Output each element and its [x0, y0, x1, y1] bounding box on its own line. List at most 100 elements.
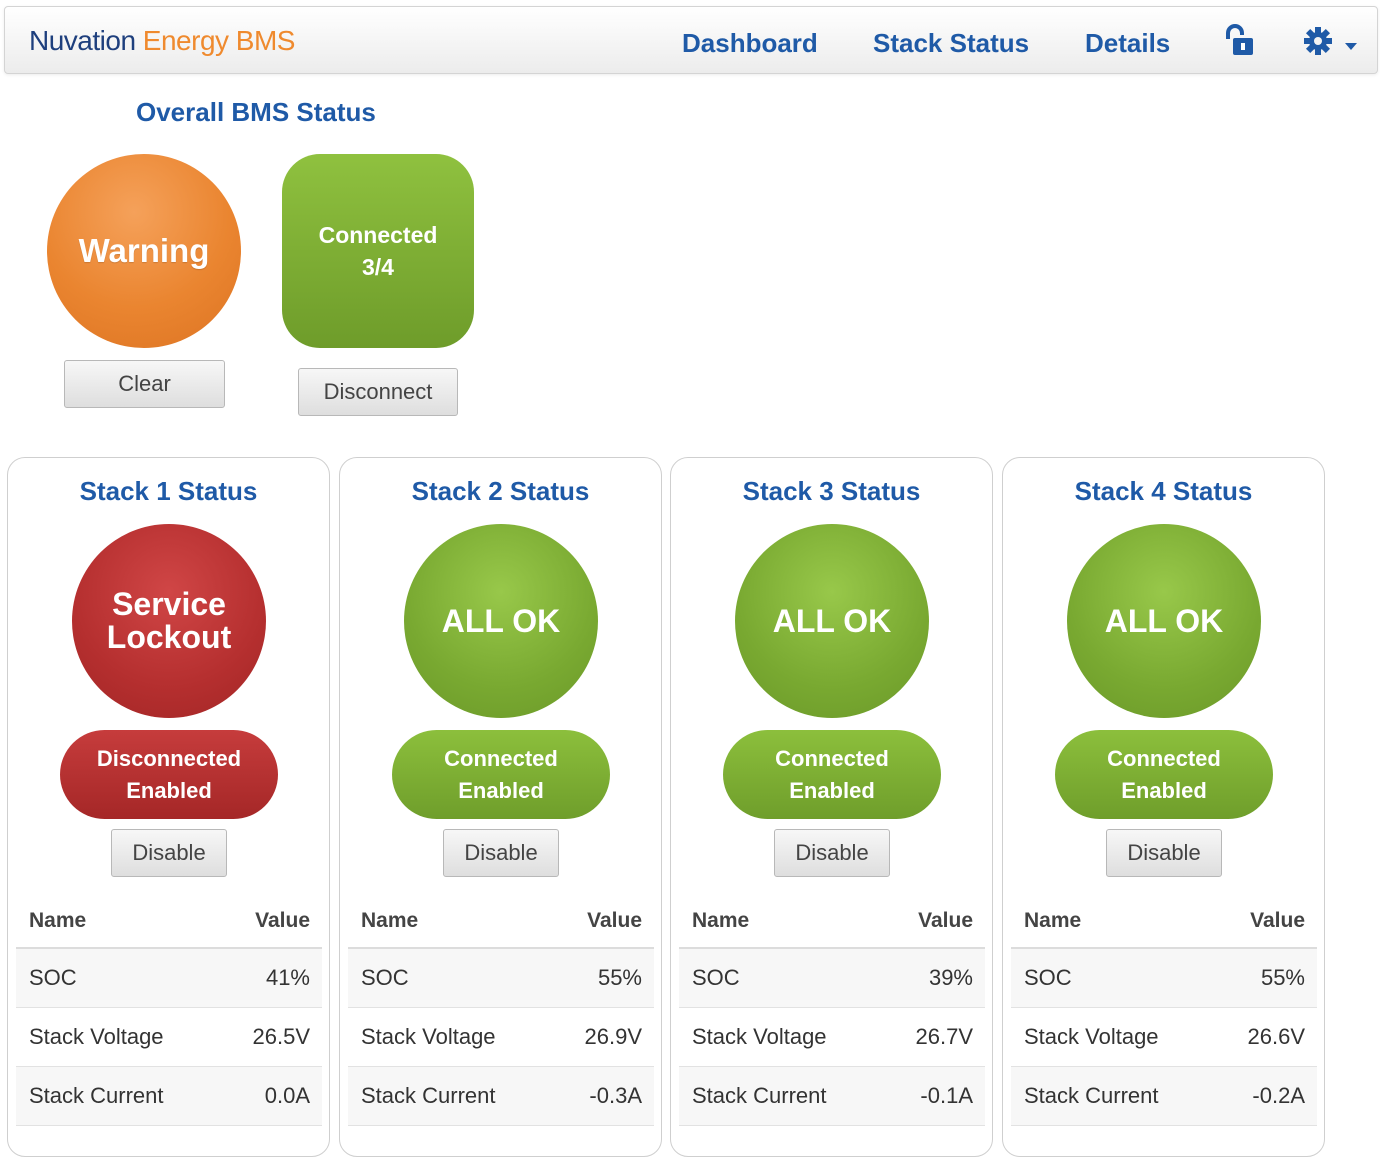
top-navbar: Nuvation Energy BMS Dashboard Stack Stat…	[4, 6, 1378, 74]
stack-title: Stack 3 Status	[742, 476, 921, 506]
row-name: SOC	[29, 965, 77, 990]
connection-status-line1: Connected	[318, 222, 438, 248]
row-value: 41%	[265, 965, 310, 990]
row-value: 26.5V	[252, 1024, 311, 1049]
stack-status-label: Service Lockout	[106, 586, 232, 655]
stack-title: Stack 1 Status	[79, 476, 258, 506]
table-row: Stack Voltage 26.6V	[1011, 1008, 1317, 1067]
stack-title: Stack 2 Status	[411, 476, 590, 506]
table-row: Stack Voltage 26.5V	[16, 1008, 322, 1067]
row-value: 26.7V	[915, 1024, 974, 1049]
stack-data-table: Name Value SOC 55% Stack Voltage 26.9V S…	[348, 892, 654, 1126]
badge-line1: Disconnected	[96, 745, 242, 771]
header-name: Name	[692, 909, 750, 932]
badge-line2: Enabled	[1121, 777, 1207, 803]
row-value: -0.1A	[920, 1083, 973, 1108]
connection-status-indicator: Connected 3/4	[282, 154, 474, 348]
row-value: 55%	[597, 965, 642, 990]
row-value: 26.6V	[1247, 1024, 1306, 1049]
disable-button[interactable]: Disable	[443, 829, 559, 877]
table-row: Stack Current -0.3A	[348, 1067, 654, 1126]
overall-status-title: Overall BMS Status	[136, 97, 376, 127]
header-value: Value	[1250, 909, 1305, 932]
header-name: Name	[29, 909, 87, 932]
overall-status-label: Warning	[78, 232, 210, 269]
stack-connection-badge: Connected Enabled	[723, 730, 941, 819]
badge-line2: Enabled	[458, 777, 544, 803]
table-row: SOC 55%	[348, 949, 654, 1008]
row-name: Stack Voltage	[361, 1024, 496, 1049]
stack-panel-1: Stack 1 Status Service Lockout Disconnec…	[7, 457, 330, 1157]
row-name: Stack Current	[1024, 1083, 1159, 1108]
header-name: Name	[1024, 909, 1082, 932]
badge-line1: Connected	[444, 745, 558, 771]
table-row: Stack Voltage 26.9V	[348, 1008, 654, 1067]
row-name: SOC	[692, 965, 740, 990]
caret-down-icon[interactable]	[1345, 43, 1357, 50]
stack-data-table: Name Value SOC 39% Stack Voltage 26.7V S…	[679, 892, 985, 1126]
table-header-row: Name Value	[1011, 892, 1317, 949]
table-header-row: Name Value	[348, 892, 654, 949]
row-name: SOC	[1024, 965, 1072, 990]
overall-status-indicator: Warning	[47, 154, 241, 348]
row-value: -0.3A	[589, 1083, 642, 1108]
disable-button[interactable]: Disable	[774, 829, 890, 877]
stack-title: Stack 4 Status	[1074, 476, 1253, 506]
row-name: SOC	[361, 965, 409, 990]
stack-status-indicator: ALL OK	[735, 524, 929, 718]
table-row: Stack Voltage 26.7V	[679, 1008, 985, 1067]
row-value: -0.2A	[1252, 1083, 1305, 1108]
badge-line2: Enabled	[789, 777, 875, 803]
table-row: Stack Current 0.0A	[16, 1067, 322, 1126]
gear-icon[interactable]	[1302, 25, 1334, 62]
header-value: Value	[918, 909, 973, 932]
row-value: 39%	[928, 965, 973, 990]
badge-line1: Connected	[775, 745, 889, 771]
table-header-row: Name Value	[16, 892, 322, 949]
nav-details[interactable]: Details	[1085, 28, 1170, 59]
header-value: Value	[255, 909, 310, 932]
row-name: Stack Voltage	[1024, 1024, 1159, 1049]
table-row: SOC 39%	[679, 949, 985, 1008]
header-value: Value	[587, 909, 642, 932]
brand-secondary: Energy BMS	[142, 25, 296, 56]
header-name: Name	[361, 909, 419, 932]
table-header-row: Name Value	[679, 892, 985, 949]
stack-data-table: Name Value SOC 55% Stack Voltage 26.6V S…	[1011, 892, 1317, 1126]
row-name: Stack Current	[361, 1083, 496, 1108]
table-row: SOC 55%	[1011, 949, 1317, 1008]
stack-status-indicator: ALL OK	[1067, 524, 1261, 718]
brand-logo[interactable]: Nuvation Energy BMS	[29, 25, 295, 57]
row-value: 26.9V	[584, 1024, 643, 1049]
stack-status-indicator: ALL OK	[404, 524, 598, 718]
row-name: Stack Current	[692, 1083, 827, 1108]
table-row: Stack Current -0.2A	[1011, 1067, 1317, 1126]
row-name: Stack Voltage	[692, 1024, 827, 1049]
row-value: 55%	[1260, 965, 1305, 990]
unlock-icon[interactable]	[1221, 23, 1257, 64]
stack-panel-3: Stack 3 Status ALL OK Connected Enabled …	[670, 457, 993, 1157]
nav-stack-status[interactable]: Stack Status	[873, 28, 1029, 59]
stack-connection-badge: Connected Enabled	[1055, 730, 1273, 819]
disable-button[interactable]: Disable	[1106, 829, 1222, 877]
disable-button[interactable]: Disable	[111, 829, 227, 877]
stack-panel-4: Stack 4 Status ALL OK Connected Enabled …	[1002, 457, 1325, 1157]
table-row: Stack Current -0.1A	[679, 1067, 985, 1126]
stack-data-table: Name Value SOC 41% Stack Voltage 26.5V S…	[16, 892, 322, 1126]
clear-button[interactable]: Clear	[64, 360, 225, 408]
stack-status-label: ALL OK	[441, 602, 561, 639]
row-name: Stack Voltage	[29, 1024, 164, 1049]
stack-connection-badge: Connected Enabled	[392, 730, 610, 819]
badge-line1: Connected	[1107, 745, 1221, 771]
row-name: Stack Current	[29, 1083, 164, 1108]
stack-connection-badge: Disconnected Enabled	[60, 730, 278, 819]
stack-status-label: ALL OK	[772, 602, 892, 639]
stack-status-indicator: Service Lockout	[72, 524, 266, 718]
badge-line2: Enabled	[126, 777, 212, 803]
connection-status-line2: 3/4	[362, 254, 394, 280]
stack-panel-2: Stack 2 Status ALL OK Connected Enabled …	[339, 457, 662, 1157]
disconnect-button[interactable]: Disconnect	[298, 368, 458, 416]
row-value: 0.0A	[264, 1083, 310, 1108]
nav-dashboard[interactable]: Dashboard	[682, 28, 818, 59]
stack-status-label: ALL OK	[1104, 602, 1224, 639]
